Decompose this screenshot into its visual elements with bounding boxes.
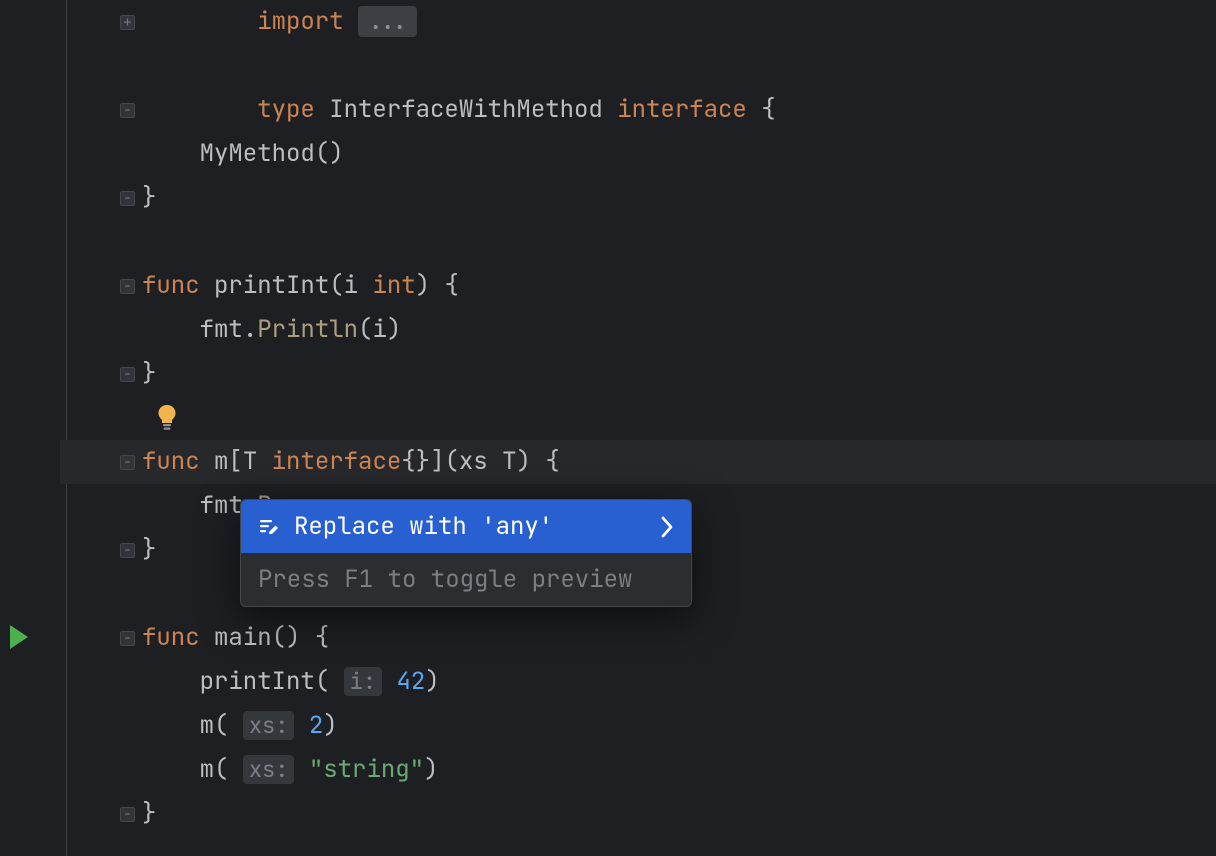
fold-ellipsis[interactable]: ... — [358, 6, 417, 37]
code-line[interactable]: + import ... — [60, 0, 1216, 44]
code-line[interactable]: − func printInt(i int) { — [60, 264, 1216, 308]
intention-action-replace-any[interactable]: Replace with 'any' — [241, 500, 691, 553]
code-line[interactable]: m( xs: 2) — [60, 704, 1216, 748]
code-line[interactable]: m( xs: "string") — [60, 748, 1216, 792]
lightbulb-icon[interactable] — [156, 404, 178, 432]
keyword-import: import — [257, 6, 343, 37]
inlay-hint: xs: — [243, 711, 295, 740]
intention-popup: Replace with 'any' Press F1 to toggle pr… — [240, 499, 692, 607]
number-literal: 42 — [396, 666, 425, 697]
string-literal: "string" — [309, 754, 424, 785]
code-line-current[interactable]: − func m[T interface{}](xs T) { — [60, 440, 1216, 484]
identifier: MyMethod — [200, 138, 315, 169]
brace: { — [761, 94, 775, 125]
code-line[interactable]: − } — [60, 176, 1216, 220]
keyword-interface: interface — [617, 94, 747, 125]
method-call: Println — [257, 314, 358, 345]
code-line[interactable]: − } — [60, 792, 1216, 836]
fold-toggle-icon[interactable]: − — [120, 279, 135, 294]
code-line[interactable]: − type InterfaceWithMethod interface { — [60, 88, 1216, 132]
number-literal: 2 — [309, 710, 323, 741]
gutter — [0, 0, 60, 856]
edit-icon — [258, 516, 280, 538]
code-line[interactable] — [60, 220, 1216, 264]
code-line[interactable] — [60, 396, 1216, 440]
code-line[interactable]: printInt( i: 42) — [60, 660, 1216, 704]
intention-hint-text: Press F1 to toggle preview — [258, 564, 632, 595]
fold-toggle-icon[interactable]: − — [120, 543, 135, 558]
editor: + import ... − type InterfaceWithMethod … — [0, 0, 1216, 856]
inlay-hint: xs: — [243, 755, 295, 784]
fold-toggle-icon[interactable]: − — [120, 631, 135, 646]
identifier: printInt — [214, 270, 329, 301]
code-line[interactable]: − func main() { — [60, 616, 1216, 660]
chevron-right-icon — [660, 516, 674, 538]
fold-toggle-icon[interactable]: − — [120, 191, 135, 206]
intention-label: Replace with 'any' — [294, 511, 646, 542]
intention-hint: Press F1 to toggle preview — [241, 553, 691, 606]
identifier: m — [214, 446, 228, 477]
inlay-hint: i: — [344, 667, 382, 696]
code-line[interactable]: − } — [60, 352, 1216, 396]
run-icon[interactable] — [10, 625, 28, 649]
fold-toggle-icon[interactable]: − — [120, 455, 135, 470]
identifier: InterfaceWithMethod — [329, 94, 603, 125]
fold-toggle-icon[interactable]: + — [120, 15, 135, 30]
fold-toggle-icon[interactable]: − — [120, 807, 135, 822]
code-area[interactable]: + import ... − type InterfaceWithMethod … — [60, 0, 1216, 856]
code-line[interactable]: fmt.Println(i) — [60, 308, 1216, 352]
fold-toggle-icon[interactable]: − — [120, 103, 135, 118]
fold-toggle-icon[interactable]: − — [120, 367, 135, 382]
identifier: main — [214, 622, 272, 653]
code-line[interactable]: MyMethod() — [60, 132, 1216, 176]
keyword-type: type — [257, 94, 315, 125]
